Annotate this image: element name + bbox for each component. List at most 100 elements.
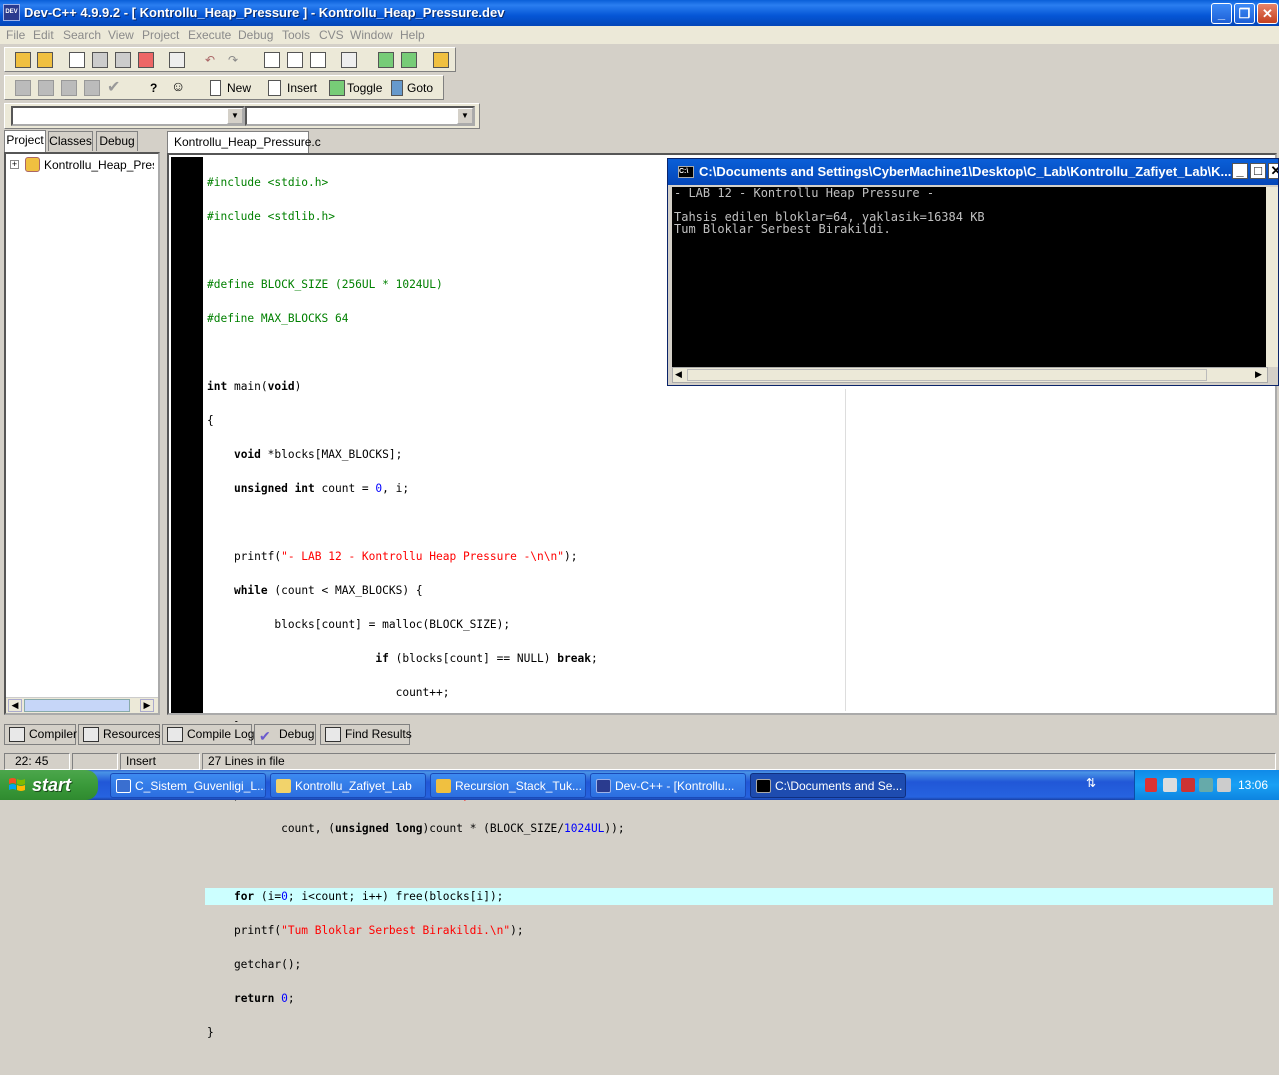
minimize-button[interactable]: _ <box>1211 3 1232 24</box>
editor-tab[interactable]: Kontrollu_Heap_Pressure.c <box>167 131 321 153</box>
scroll-left-icon[interactable]: ◀ <box>8 699 22 712</box>
goto-line-icon[interactable] <box>341 52 357 68</box>
code-line: } <box>207 1026 214 1039</box>
scroll-left-icon[interactable]: ◀ <box>675 369 682 380</box>
scroll-right-icon[interactable]: ▶ <box>1255 369 1262 380</box>
remove-from-project-icon[interactable] <box>401 52 417 68</box>
menu-search[interactable]: Search <box>63 28 101 42</box>
tab-compile-log[interactable]: Compile Log <box>162 724 254 745</box>
code-line: void *blocks[MAX_BLOCKS]; <box>233 448 403 461</box>
compile-run-icon[interactable] <box>61 80 77 96</box>
task-console[interactable]: C:\Documents and Se... <box>750 773 906 798</box>
check-syntax-icon[interactable]: ✔ <box>107 77 120 97</box>
scroll-thumb[interactable] <box>687 369 1207 381</box>
console-maximize-button[interactable]: □ <box>1250 163 1266 179</box>
tab-debug[interactable]: Debug <box>96 131 138 151</box>
close-button[interactable]: ✕ <box>1257 3 1278 24</box>
chevron-down-icon[interactable]: ▼ <box>227 108 243 124</box>
title-bar[interactable]: DEV Dev-C++ 4.9.9.2 - [ Kontrollu_Heap_P… <box>0 0 1279 26</box>
code-line: blocks[count] = malloc(BLOCK_SIZE); <box>207 618 511 631</box>
replace-icon[interactable] <box>287 52 303 68</box>
scroll-thumb[interactable] <box>24 699 130 712</box>
task-word-doc[interactable]: C_Sistem_Guvenligi_L... <box>110 773 266 798</box>
resources-icon <box>83 727 99 742</box>
goto-bookmark-icon[interactable] <box>391 80 403 96</box>
class-combo[interactable]: ▼ <box>11 106 245 126</box>
tab-find-results[interactable]: Find Results <box>320 724 412 745</box>
find-next-icon[interactable] <box>310 52 326 68</box>
compile-toolbar: ✔ ? ☺ New Insert Toggle Goto <box>4 75 444 100</box>
menu-edit[interactable]: Edit <box>33 28 54 42</box>
network-error-icon[interactable] <box>1181 778 1195 792</box>
run-icon[interactable] <box>38 80 54 96</box>
print-icon[interactable] <box>169 52 185 68</box>
volume-icon[interactable] <box>1217 778 1231 792</box>
menu-debug[interactable]: Debug <box>238 28 273 42</box>
insert-icon[interactable] <box>268 80 281 96</box>
compile-icon[interactable] <box>15 80 31 96</box>
tab-project[interactable]: Project <box>4 130 46 152</box>
task-devcpp[interactable]: Dev-C++ - [Kontrollu... <box>590 773 746 798</box>
console-minimize-button[interactable]: _ <box>1232 163 1248 179</box>
scroll-right-icon[interactable]: ▶ <box>140 699 154 712</box>
insert-button[interactable]: Insert <box>287 81 317 95</box>
task-folder[interactable]: Kontrollu_Zafiyet_Lab <box>270 773 426 798</box>
new-icon[interactable] <box>210 80 221 96</box>
code-line: count++; <box>207 686 450 699</box>
goto-button[interactable]: Goto <box>407 81 433 95</box>
menu-view[interactable]: View <box>108 28 134 42</box>
find-icon[interactable] <box>264 52 280 68</box>
tab-debug-output[interactable]: ✔ Debug <box>254 724 316 745</box>
undo-icon[interactable]: ↶ <box>205 53 215 67</box>
chevron-down-icon[interactable]: ▼ <box>457 108 473 124</box>
tab-resources-label: Resources <box>103 727 161 741</box>
menu-execute[interactable]: Execute <box>188 28 231 42</box>
new-file-icon[interactable] <box>69 52 85 68</box>
menu-file[interactable]: File <box>6 28 25 42</box>
toggle-bookmark-icon[interactable] <box>329 80 345 96</box>
open-project-icon[interactable] <box>37 52 53 68</box>
menu-tools[interactable]: Tools <box>282 28 310 42</box>
menu-cvs[interactable]: CVS <box>319 28 344 42</box>
devcpp-app-icon[interactable]: DEV <box>3 4 20 21</box>
new-button[interactable]: New <box>227 81 251 95</box>
clock[interactable]: 13:06 <box>1238 778 1268 792</box>
member-combo[interactable]: ▼ <box>245 106 475 126</box>
console-output: - LAB 12 - Kontrollu Heap Pressure - Tah… <box>672 187 1268 367</box>
status-bar: 22: 45 Insert 27 Lines in file <box>0 752 1279 770</box>
new-project-icon[interactable] <box>15 52 31 68</box>
save-all-icon[interactable] <box>115 52 131 68</box>
tree-item-project[interactable]: Kontrollu_Heap_Pressure <box>44 158 154 172</box>
about-icon[interactable]: ☺ <box>171 78 185 94</box>
help-icon[interactable]: ? <box>150 81 157 95</box>
console-close-button[interactable]: ✕ <box>1268 163 1278 179</box>
console-hscrollbar[interactable]: ◀ ▶ <box>672 367 1268 383</box>
tab-classes[interactable]: Classes <box>48 131 93 151</box>
console-window[interactable]: C:\ C:\Documents and Settings\CyberMachi… <box>667 158 1279 386</box>
task-recursion[interactable]: Recursion_Stack_Tuk... <box>430 773 586 798</box>
menu-bar: File Edit Search View Project Execute De… <box>0 26 1279 44</box>
menu-help[interactable]: Help <box>400 28 425 42</box>
code-line: printf("- LAB 12 - Kontrollu Heap Pressu… <box>207 550 578 563</box>
security-shield-icon[interactable] <box>1145 778 1157 792</box>
console-title-bar[interactable]: C:\ C:\Documents and Settings\CyberMachi… <box>668 159 1278 185</box>
console-vscrollbar[interactable] <box>1266 187 1278 367</box>
project-options-icon[interactable] <box>433 52 449 68</box>
network-icon[interactable] <box>1163 778 1177 792</box>
start-button[interactable]: start <box>0 770 98 800</box>
tree-hscrollbar[interactable]: ◀ ▶ <box>6 697 158 713</box>
menu-project[interactable]: Project <box>142 28 179 42</box>
monitor-icon[interactable] <box>1199 778 1213 792</box>
close-file-icon[interactable] <box>138 52 154 68</box>
rebuild-icon[interactable] <box>84 80 100 96</box>
save-icon[interactable] <box>92 52 108 68</box>
tab-resources[interactable]: Resources <box>78 724 160 745</box>
toggle-button[interactable]: Toggle <box>347 81 382 95</box>
add-to-project-icon[interactable] <box>378 52 394 68</box>
language-icon[interactable]: ⇅ <box>1086 776 1100 792</box>
redo-icon[interactable]: ↷ <box>228 53 238 67</box>
maximize-button[interactable]: ❐ <box>1234 3 1255 24</box>
expand-icon[interactable]: + <box>10 160 19 169</box>
tab-compiler[interactable]: Compiler <box>4 724 77 745</box>
menu-window[interactable]: Window <box>350 28 393 42</box>
